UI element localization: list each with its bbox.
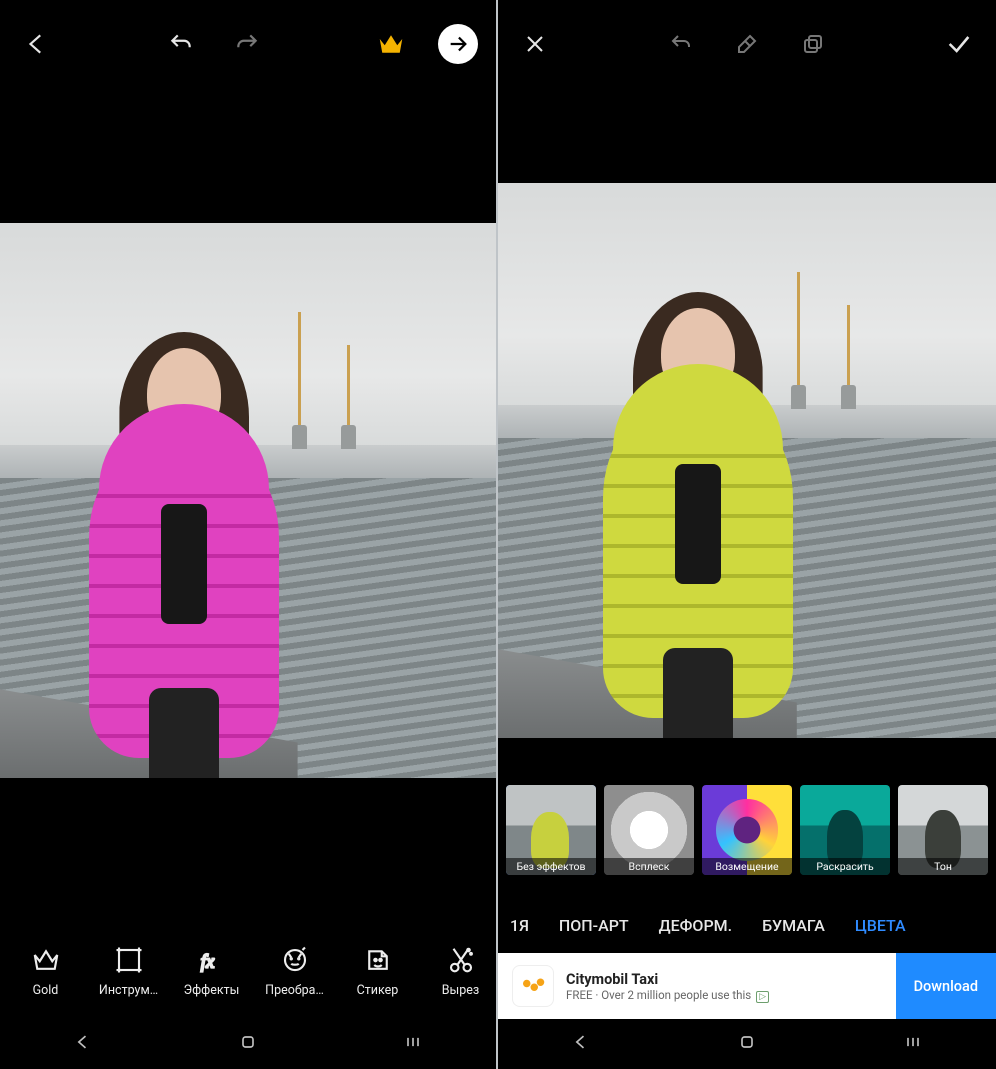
edited-photo bbox=[0, 223, 496, 778]
tool-tools[interactable]: Инструм… bbox=[87, 945, 170, 998]
effect-categories: 1Я ПОП-АРТ ДЕФОРМ. БУМАГА ЦВЕТА bbox=[498, 897, 996, 953]
ad-download-button[interactable]: Download bbox=[896, 953, 996, 1019]
editor-main-panel: Gold Инструм… fx Эффекты Преобра… Стикер… bbox=[0, 0, 498, 1069]
apply-button[interactable] bbox=[940, 25, 978, 63]
ad-banner[interactable]: Citymobil Taxi FREE · Over 2 million peo… bbox=[498, 953, 996, 1019]
ad-subtitle: FREE · Over 2 million people use this bbox=[566, 988, 751, 1002]
filter-thumb-tone[interactable]: Тон bbox=[898, 785, 988, 875]
tool-label: Вырез bbox=[442, 983, 480, 998]
top-toolbar bbox=[498, 0, 996, 88]
tool-label: Эффекты bbox=[184, 983, 240, 998]
filter-thumb-colorize[interactable]: Раскрасить bbox=[800, 785, 890, 875]
ad-title: Citymobil Taxi bbox=[566, 971, 896, 988]
filter-label: Возмещение bbox=[702, 858, 792, 875]
layers-button[interactable] bbox=[794, 25, 832, 63]
undo-button[interactable] bbox=[662, 25, 700, 63]
tool-effects[interactable]: fx Эффекты bbox=[170, 945, 253, 998]
eraser-button[interactable] bbox=[728, 25, 766, 63]
category-paper[interactable]: БУМАГА bbox=[762, 916, 825, 935]
undo-button[interactable] bbox=[162, 25, 200, 63]
nav-recent-icon[interactable] bbox=[903, 1032, 923, 1056]
category-popart[interactable]: ПОП-АРТ bbox=[559, 916, 629, 935]
svg-text:fx: fx bbox=[200, 952, 214, 973]
filter-label: Раскрасить bbox=[800, 858, 890, 875]
ad-badge-icon: ▷ bbox=[756, 991, 769, 1003]
nav-home-icon[interactable] bbox=[238, 1032, 258, 1056]
nav-back-icon[interactable] bbox=[73, 1032, 93, 1056]
tool-label: Преобра… bbox=[265, 983, 324, 998]
image-canvas[interactable] bbox=[0, 88, 496, 924]
top-toolbar bbox=[0, 0, 496, 88]
filter-thumbnails: Без эффектов Всплеск Возмещение Раскраси… bbox=[498, 785, 996, 897]
filter-label: Тон bbox=[898, 858, 988, 875]
tool-transform[interactable]: Преобра… bbox=[253, 945, 336, 998]
tool-label: Gold bbox=[33, 983, 59, 998]
android-navbar bbox=[498, 1019, 996, 1069]
image-canvas[interactable] bbox=[498, 88, 996, 785]
ad-app-icon bbox=[512, 965, 554, 1007]
android-navbar bbox=[0, 1019, 496, 1069]
filter-label: Без эффектов bbox=[506, 858, 596, 875]
tool-gold[interactable]: Gold bbox=[4, 945, 87, 998]
filter-label: Всплеск bbox=[604, 858, 694, 875]
redo-button[interactable] bbox=[228, 25, 266, 63]
tool-cutout[interactable]: Вырез bbox=[419, 945, 496, 998]
editor-effects-panel: Без эффектов Всплеск Возмещение Раскраси… bbox=[498, 0, 996, 1069]
ad-text: Citymobil Taxi FREE · Over 2 million peo… bbox=[566, 971, 896, 1002]
tool-sticker[interactable]: Стикер bbox=[336, 945, 419, 998]
filter-thumb-none[interactable]: Без эффектов bbox=[506, 785, 596, 875]
bottom-tool-row: Gold Инструм… fx Эффекты Преобра… Стикер… bbox=[0, 924, 496, 1019]
category-deform[interactable]: ДЕФОРМ. bbox=[659, 916, 732, 935]
nav-back-icon[interactable] bbox=[571, 1032, 591, 1056]
edited-photo bbox=[498, 183, 996, 738]
filter-thumb-splash[interactable]: Всплеск bbox=[604, 785, 694, 875]
filter-thumb-displace[interactable]: Возмещение bbox=[702, 785, 792, 875]
back-button[interactable] bbox=[18, 25, 56, 63]
next-button[interactable] bbox=[438, 24, 478, 64]
tool-label: Инструм… bbox=[99, 983, 158, 998]
nav-home-icon[interactable] bbox=[737, 1032, 757, 1056]
close-button[interactable] bbox=[516, 25, 554, 63]
category-colors[interactable]: ЦВЕТА bbox=[855, 916, 906, 935]
category-partial[interactable]: 1Я bbox=[510, 916, 529, 935]
tool-label: Стикер bbox=[357, 983, 399, 998]
nav-recent-icon[interactable] bbox=[403, 1032, 423, 1056]
premium-crown-icon[interactable] bbox=[372, 25, 410, 63]
